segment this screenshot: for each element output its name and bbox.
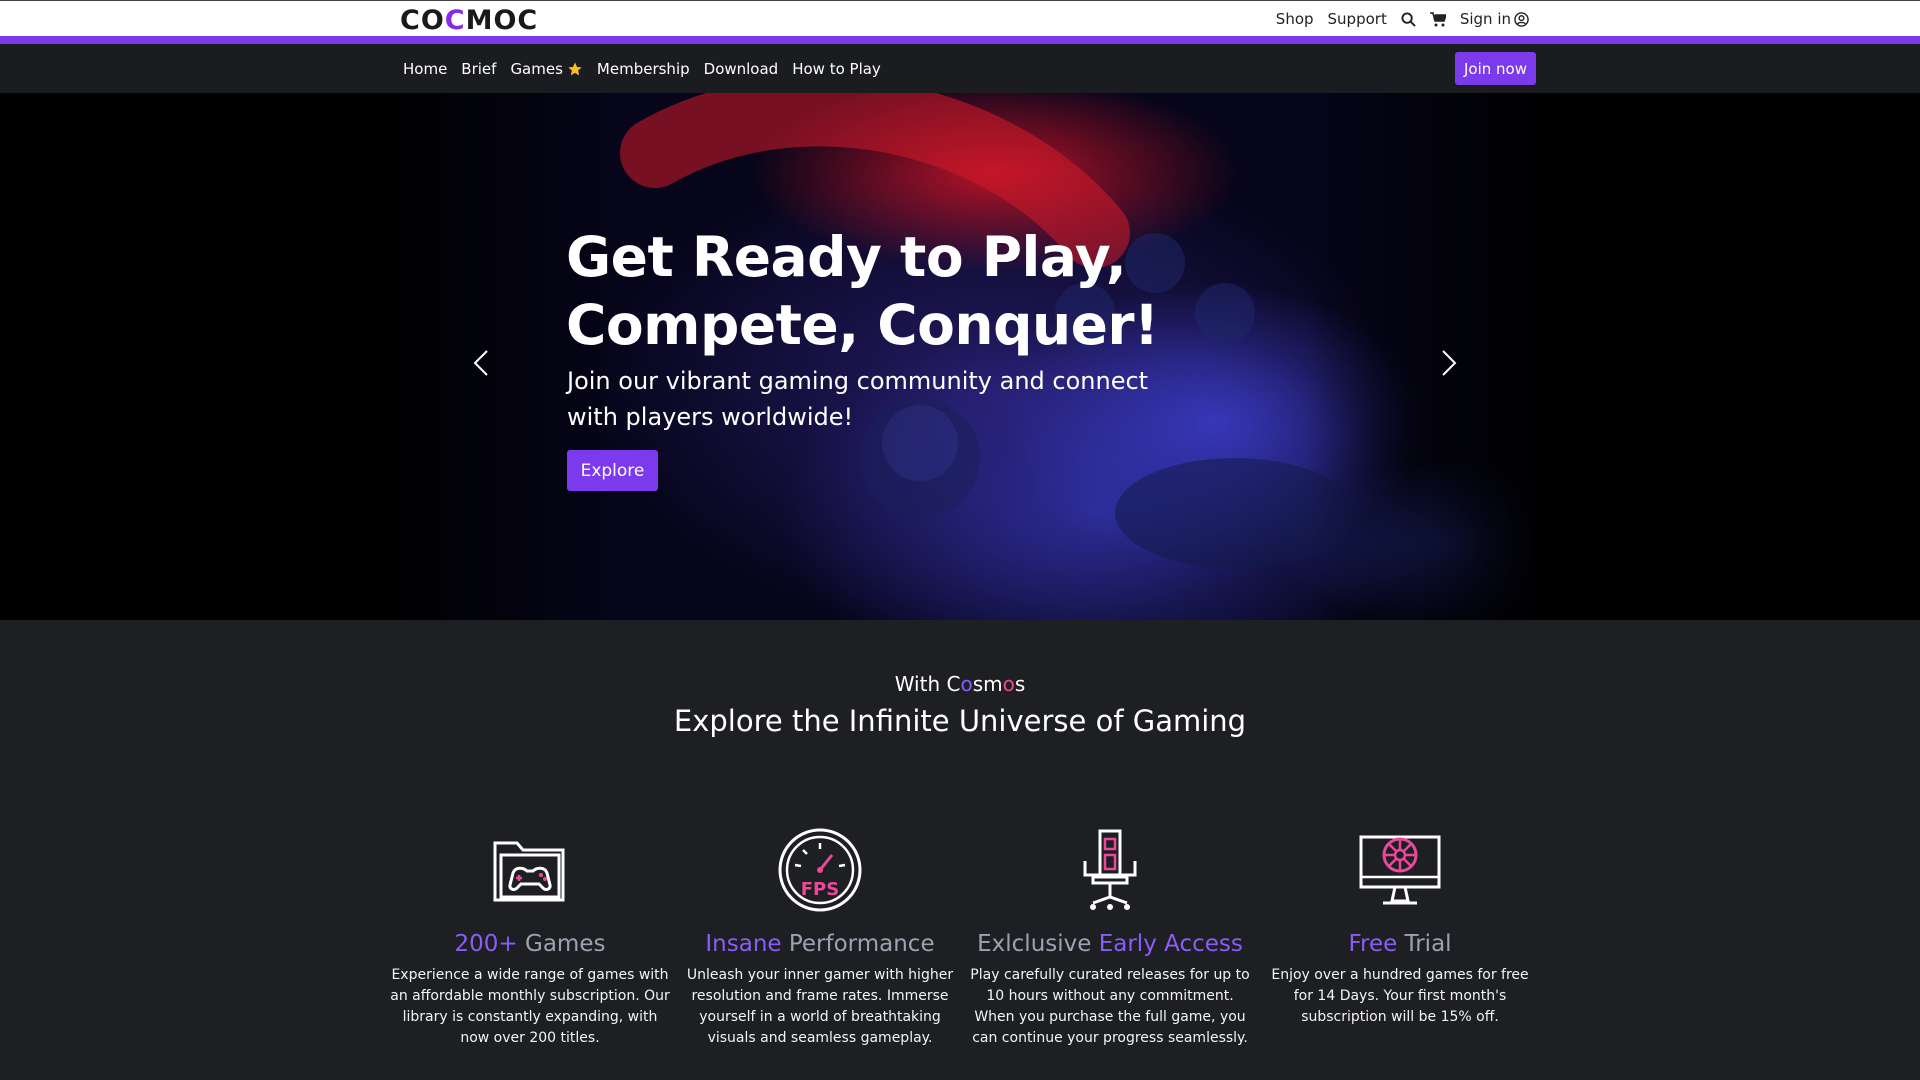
cosmos-logo[interactable]: COCMOC bbox=[400, 4, 539, 36]
shop-link[interactable]: Shop bbox=[1276, 10, 1314, 28]
carousel-prev-button[interactable] bbox=[466, 343, 496, 383]
feature-title: Insane Performance bbox=[705, 931, 935, 957]
nav-games[interactable]: Games bbox=[510, 60, 582, 78]
feature-games: 200+ Games Experience a wide range of ga… bbox=[390, 825, 670, 1049]
join-now-button[interactable]: Join now bbox=[1455, 52, 1536, 85]
feature-free-trial: Free Trial Enjoy over a hundred games fo… bbox=[1260, 825, 1540, 1028]
explore-button[interactable]: Explore bbox=[567, 450, 658, 491]
sign-in-link[interactable]: Sign in bbox=[1460, 10, 1529, 28]
game-folder-icon bbox=[485, 825, 575, 915]
nav-download[interactable]: Download bbox=[704, 60, 779, 78]
feature-description: Play carefully curated releases for up t… bbox=[970, 967, 1250, 1046]
section-title: Explore the Infinite Universe of Gaming bbox=[673, 704, 1247, 738]
search-icon[interactable] bbox=[1401, 11, 1416, 27]
feature-description: Enjoy over a hundred games for free for … bbox=[1271, 967, 1529, 1025]
hero-carousel: Get Ready to Play, Compete, Conquer! Joi… bbox=[0, 93, 1920, 620]
monitor-wheel-icon bbox=[1355, 825, 1445, 915]
feature-early-access: Exlclusive Early Access Play carefully c… bbox=[970, 825, 1250, 1049]
nav-home[interactable]: Home bbox=[403, 60, 447, 78]
svg-text:FPS: FPS bbox=[801, 879, 839, 900]
chevron-right-icon bbox=[1442, 350, 1457, 376]
hero-subtitle: Join our vibrant gaming community and co… bbox=[567, 367, 1149, 431]
cart-icon[interactable] bbox=[1429, 11, 1446, 27]
main-nav: Home Brief Games Membership Download How… bbox=[0, 44, 1920, 93]
nav-brief[interactable]: Brief bbox=[461, 60, 496, 78]
sign-in-label: Sign in bbox=[1459, 10, 1511, 28]
section-eyebrow: With Cosmos bbox=[894, 672, 1026, 696]
chevron-left-icon bbox=[473, 350, 488, 376]
feature-title: Exlclusive Early Access bbox=[977, 931, 1243, 957]
nav-games-label: Games bbox=[510, 59, 563, 78]
feature-performance: FPS Insane Performance Unleash your inne… bbox=[680, 825, 960, 1049]
support-link[interactable]: Support bbox=[1328, 10, 1387, 28]
feature-title: Free Trial bbox=[1348, 931, 1452, 957]
logo-text: COCMOC bbox=[400, 4, 539, 36]
feature-title: 200+ Games bbox=[454, 931, 606, 957]
hero-title: Get Ready to Play, Compete, Conquer! bbox=[566, 225, 1159, 357]
fps-gauge-icon: FPS bbox=[775, 825, 865, 915]
nav-membership[interactable]: Membership bbox=[597, 60, 690, 78]
user-circle-icon bbox=[1514, 11, 1529, 27]
carousel-next-button[interactable] bbox=[1434, 343, 1464, 383]
accent-divider bbox=[0, 36, 1920, 44]
features-section: With Cosmos Explore the Infinite Univers… bbox=[0, 620, 1920, 1080]
nav-how-to-play[interactable]: How to Play bbox=[792, 60, 881, 78]
feature-description: Experience a wide range of games with an… bbox=[390, 967, 670, 1046]
star-icon bbox=[568, 61, 582, 75]
gaming-chair-icon bbox=[1065, 825, 1155, 915]
feature-description: Unleash your inner gamer with higher res… bbox=[686, 967, 954, 1046]
top-bar: COCMOC Shop Support Sign in bbox=[0, 0, 1920, 36]
